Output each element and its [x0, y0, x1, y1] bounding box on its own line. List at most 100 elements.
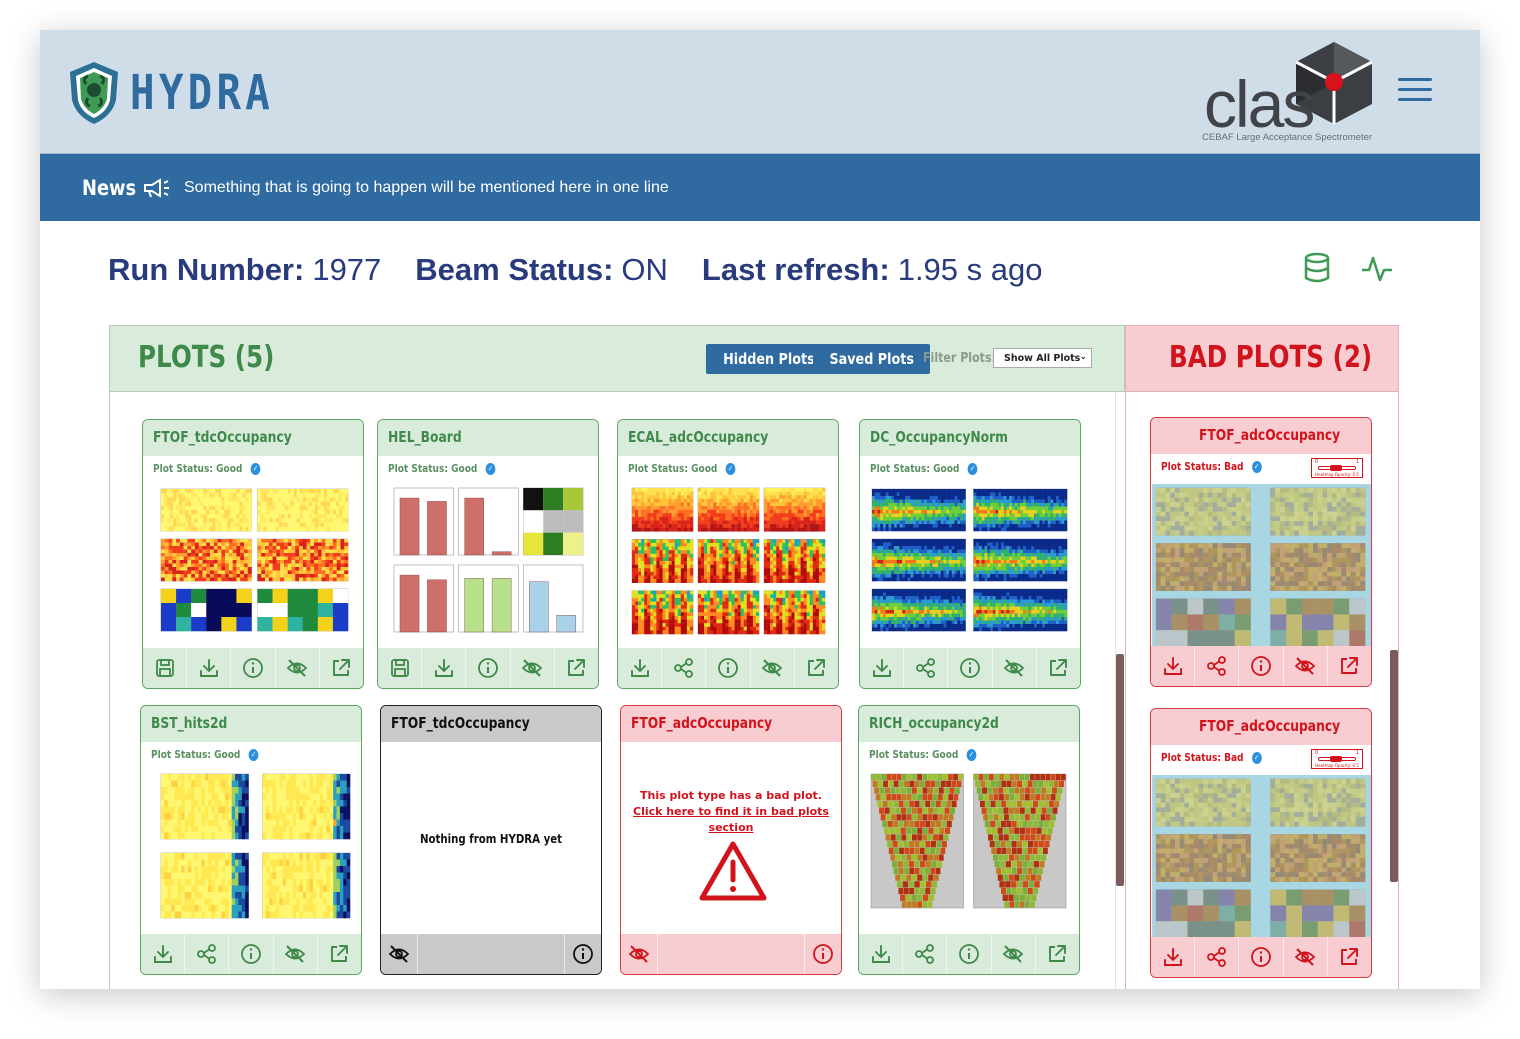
plot-card[interactable]: HEL_Board Plot Status: Good ✓: [377, 419, 599, 689]
plot-info-button[interactable]: [947, 934, 992, 974]
plot-card[interactable]: FTOF_tdcOccupancy Plot Status: Good ✓: [142, 419, 364, 689]
download-plot-button[interactable]: [859, 934, 904, 974]
share-plot-button[interactable]: [904, 648, 949, 688]
plot-thumbnail[interactable]: [386, 486, 591, 636]
run-number-value: 1977: [312, 252, 382, 287]
filter-plots-select[interactable]: Show All Plots ⌄: [993, 348, 1092, 368]
share-plot-button[interactable]: [1195, 646, 1240, 686]
hydra-logo[interactable]: HYDRA: [66, 60, 300, 126]
bad-plot-card[interactable]: FTOF_adcOccupancy Plot Status: Bad ✓ 01 H…: [1150, 417, 1372, 687]
open-plot-button[interactable]: [555, 648, 598, 688]
plot-card[interactable]: BST_hits2d Plot Status: Good ✓: [140, 705, 362, 975]
save-plot-button[interactable]: [378, 648, 423, 688]
plot-info-button[interactable]: [1239, 937, 1284, 977]
plot-card-actions: [618, 648, 838, 688]
database-icon[interactable]: [1302, 252, 1332, 284]
info-icon: [241, 944, 261, 964]
plot-thumbnail[interactable]: [868, 486, 1073, 636]
share-plot-button[interactable]: [185, 934, 230, 974]
plot-status: Plot Status: Good ✓: [153, 462, 261, 475]
heatmap-opacity-slider[interactable]: 01 Heatmap Opacity: 0.5: [1311, 749, 1363, 769]
plot-card[interactable]: DC_OccupancyNorm Plot Status: Good ✓: [859, 419, 1081, 689]
info-icon: [572, 944, 593, 964]
hide-plot-button[interactable]: [992, 934, 1036, 974]
open-plot-button[interactable]: [1037, 648, 1080, 688]
plot-card-actions: [621, 934, 841, 974]
plot-info-button[interactable]: [229, 934, 274, 974]
plot-info-button[interactable]: [231, 648, 276, 688]
download-plot-button[interactable]: [1151, 937, 1196, 977]
hide-plot-button[interactable]: [1284, 646, 1328, 686]
activity-icon[interactable]: [1360, 252, 1394, 284]
plot-thumbnail[interactable]: [149, 772, 354, 922]
hide-icon: [1294, 948, 1316, 966]
hide-plot-button[interactable]: [274, 934, 318, 974]
plots-scrollbar-thumb[interactable]: [1116, 654, 1124, 886]
save-plot-button[interactable]: [143, 648, 188, 688]
share-plot-button[interactable]: [903, 934, 948, 974]
plot-thumbnail[interactable]: [626, 486, 831, 636]
plot-card-bad-redirect[interactable]: FTOF_adcOccupancy This plot type has a b…: [620, 705, 842, 975]
plot-thumbnail[interactable]: [151, 486, 356, 636]
hide-icon: [1002, 945, 1024, 963]
open-plot-button[interactable]: [795, 648, 838, 688]
share-icon: [1206, 947, 1226, 967]
external-link-icon: [333, 659, 351, 676]
hide-plot-button[interactable]: [1284, 937, 1328, 977]
plot-info-button[interactable]: [706, 648, 751, 688]
plot-info-button[interactable]: [805, 934, 841, 974]
hide-plot-button[interactable]: [621, 934, 659, 974]
hide-icon: [521, 659, 543, 677]
heatmap-opacity-slider[interactable]: 01 Heatmap Opacity: 0.5: [1311, 458, 1363, 478]
plot-thumbnail[interactable]: [867, 772, 1072, 922]
plot-card-title: BST_hits2d: [151, 714, 228, 732]
bad-plot-card[interactable]: FTOF_adcOccupancy Plot Status: Bad ✓ 01 H…: [1150, 708, 1372, 978]
find-bad-plot-link-cont[interactable]: section: [621, 820, 841, 836]
plot-thumbnail-image: [871, 488, 1068, 632]
plot-thumbnail-image: [393, 487, 584, 633]
share-plot-button[interactable]: [1195, 937, 1240, 977]
opacity-slider-handle[interactable]: [1330, 465, 1342, 471]
download-plot-button[interactable]: [860, 648, 905, 688]
plot-info-button[interactable]: [466, 648, 511, 688]
plot-thumbnail-image: [1152, 484, 1371, 650]
download-plot-button[interactable]: [1151, 646, 1196, 686]
opacity-slider-handle[interactable]: [1330, 756, 1342, 762]
hide-plot-button[interactable]: [751, 648, 795, 688]
plot-thumbnail[interactable]: [1152, 775, 1371, 941]
download-plot-button[interactable]: [422, 648, 467, 688]
open-plot-button[interactable]: [1328, 646, 1371, 686]
hide-plot-button[interactable]: [511, 648, 555, 688]
download-plot-button[interactable]: [141, 934, 186, 974]
download-plot-button[interactable]: [187, 648, 232, 688]
open-plot-button[interactable]: [318, 934, 361, 974]
plot-card[interactable]: RICH_occupancy2d Plot Status: Good ✓: [858, 705, 1080, 975]
plot-info-button[interactable]: [565, 934, 601, 974]
check-badge-icon: ✓: [967, 463, 978, 475]
download-plot-button[interactable]: [618, 648, 663, 688]
plot-info-button[interactable]: [948, 648, 993, 688]
chevron-down-icon: ⌄: [1079, 352, 1087, 362]
news-message: Something that is going to happen will b…: [184, 178, 669, 196]
share-plot-button[interactable]: [662, 648, 707, 688]
external-link-icon: [568, 659, 586, 676]
hide-icon: [388, 945, 410, 963]
plot-thumbnail[interactable]: [1152, 484, 1371, 650]
plot-card-title: DC_OccupancyNorm: [870, 428, 1008, 446]
hide-plot-button[interactable]: [993, 648, 1037, 688]
hide-plot-button[interactable]: [276, 648, 320, 688]
plot-status: Plot Status: Good ✓: [628, 462, 736, 475]
bad-plots-scrollbar-thumb[interactable]: [1390, 650, 1398, 882]
hide-plot-button[interactable]: [381, 934, 419, 974]
open-plot-button[interactable]: [320, 648, 363, 688]
open-plot-button[interactable]: [1036, 934, 1079, 974]
external-link-icon: [1341, 948, 1359, 965]
open-plot-button[interactable]: [1328, 937, 1371, 977]
plot-card-title: FTOF_adcOccupancy: [1199, 717, 1341, 735]
plot-info-button[interactable]: [1239, 646, 1284, 686]
plot-card[interactable]: ECAL_adcOccupancy Plot Status: Good ✓: [617, 419, 839, 689]
saved-plots-button[interactable]: Saved Plots: [813, 344, 931, 374]
plot-card-empty[interactable]: FTOF_tdcOccupancy Nothing from HYDRA yet: [380, 705, 602, 975]
menu-icon[interactable]: [1398, 78, 1432, 104]
find-bad-plot-link[interactable]: Click here to find it in bad plots: [621, 804, 841, 820]
